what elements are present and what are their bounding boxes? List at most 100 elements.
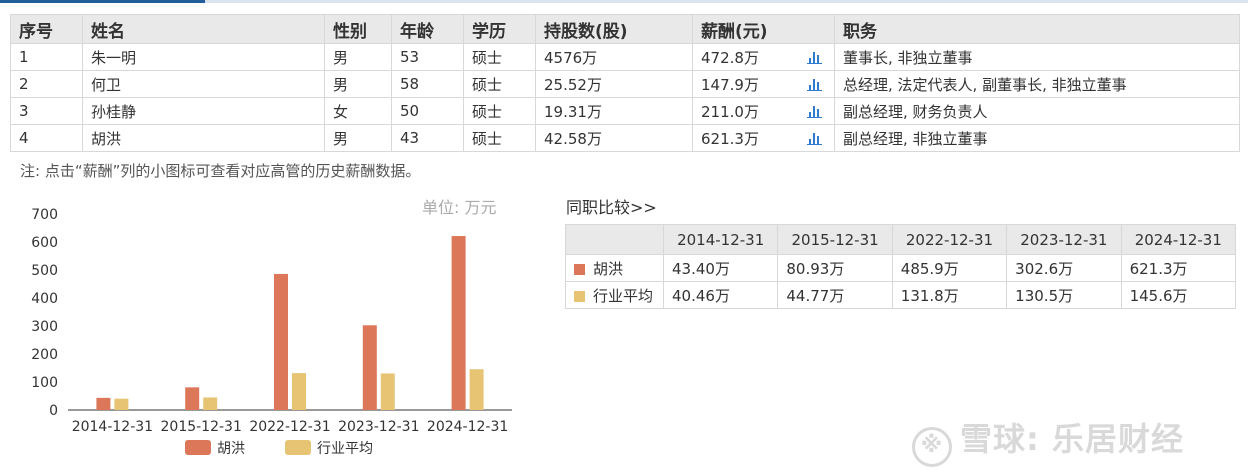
cell-position: 副总经理, 财务负责人	[834, 97, 1240, 125]
cell-education: 硕士	[463, 70, 536, 98]
y-tick-label: 400	[31, 291, 58, 307]
bar-industry	[380, 373, 395, 410]
cell-age: 50	[391, 97, 464, 125]
bar-person	[185, 387, 200, 410]
legend-swatch	[285, 440, 311, 455]
table-row: 3 孙桂静 女 50 硕士 19.31万 211.0万 副总经理, 财务负责人	[10, 97, 1240, 125]
cell-salary: 621.3万	[692, 124, 835, 152]
x-tick-label: 2022-12-31	[249, 419, 330, 435]
compare-row-label: 胡洪	[565, 254, 664, 282]
executive-table: 序号 姓名 性别 年龄 学历 持股数(股) 薪酬(元) 职务 1 朱一明 男 5…	[10, 14, 1240, 152]
legend-swatch	[185, 440, 211, 455]
cell-age: 43	[391, 124, 464, 152]
bar-person	[274, 273, 288, 410]
table-row: 2 何卫 男 58 硕士 25.52万 147.9万 总经理, 法定代表人, 副…	[10, 70, 1240, 98]
cell-education: 硕士	[463, 43, 536, 71]
compare-cell: 44.77万	[777, 281, 893, 309]
cell-gender: 男	[324, 124, 392, 152]
cell-salary: 147.9万	[692, 70, 835, 98]
bar-person	[96, 397, 111, 410]
compare-row-person: 胡洪 43.40万 80.93万 485.9万 302.6万 621.3万	[565, 254, 1237, 282]
salary-note: 注: 点击“薪酬”列的小图标可查看对应高管的历史薪酬数据。	[20, 162, 421, 180]
table-row: 1 朱一明 男 53 硕士 4576万 472.8万 董事长, 非独立董事	[10, 43, 1240, 71]
table-row: 4 胡洪 男 43 硕士 42.58万 621.3万 副总经理, 非独立董事	[10, 124, 1240, 152]
header-shares: 持股数(股)	[535, 14, 693, 44]
compare-header-year: 2024-12-31	[1120, 224, 1237, 255]
y-tick-label: 100	[31, 375, 58, 391]
cell-gender: 男	[324, 70, 392, 98]
compare-header-year: 2022-12-31	[891, 224, 1008, 255]
peer-compare-table: 2014-12-31 2015-12-31 2022-12-31 2023-12…	[565, 224, 1237, 309]
legend-label: 行业平均	[317, 441, 373, 457]
bar-person	[362, 325, 377, 410]
cell-gender: 男	[324, 43, 392, 71]
compare-header-year: 2015-12-31	[777, 224, 893, 255]
header-salary: 薪酬(元)	[692, 14, 835, 44]
cell-no: 2	[10, 70, 83, 98]
cell-salary: 472.8万	[692, 43, 835, 71]
compare-cell: 80.93万	[777, 254, 893, 282]
legend-label: 胡洪	[217, 441, 245, 457]
compare-cell: 43.40万	[662, 254, 779, 282]
header-name: 姓名	[82, 14, 325, 44]
y-tick-label: 300	[31, 319, 58, 335]
compare-label-text: 胡洪	[593, 259, 624, 278]
top-accent-bar	[0, 0, 1248, 3]
cell-position: 总经理, 法定代表人, 副董事长, 非独立董事	[834, 70, 1240, 98]
compare-cell: 40.46万	[662, 281, 779, 309]
top-accent-highlight	[0, 0, 205, 3]
compare-cell: 131.8万	[891, 281, 1008, 309]
cell-name: 何卫	[82, 70, 325, 98]
salary-chart-icon[interactable]	[807, 104, 822, 118]
cell-salary: 211.0万	[692, 97, 835, 125]
salary-chart-icon[interactable]	[807, 77, 822, 91]
header-gender: 性别	[324, 14, 392, 44]
x-tick-label: 2024-12-31	[427, 419, 508, 435]
cell-shares: 4576万	[535, 43, 693, 71]
salary-value: 621.3万	[701, 129, 759, 148]
compare-header-year: 2014-12-31	[662, 224, 779, 255]
header-education: 学历	[463, 14, 536, 44]
bar-person	[451, 236, 466, 410]
compare-header-blank	[565, 224, 664, 255]
bar-industry	[203, 397, 218, 410]
cell-age: 53	[391, 43, 464, 71]
cell-shares: 19.31万	[535, 97, 693, 125]
cell-no: 4	[10, 124, 83, 152]
snowball-logo-icon: ※	[912, 427, 952, 467]
cell-shares: 42.58万	[535, 124, 693, 152]
compare-header-row: 2014-12-31 2015-12-31 2022-12-31 2023-12…	[565, 224, 1237, 255]
cell-education: 硕士	[463, 97, 536, 125]
y-tick-label: 200	[31, 347, 58, 363]
salary-value: 147.9万	[701, 75, 759, 94]
bar-industry	[469, 369, 484, 410]
y-tick-label: 500	[31, 263, 58, 279]
cell-name: 孙桂静	[82, 97, 325, 125]
cell-name: 胡洪	[82, 124, 325, 152]
cell-name: 朱一明	[82, 43, 325, 71]
legend-swatch	[574, 290, 585, 302]
salary-value: 211.0万	[701, 102, 759, 121]
cell-no: 3	[10, 97, 83, 125]
watermark: ※ 雪球: 乐居财经	[912, 414, 1184, 467]
cell-position: 副总经理, 非独立董事	[834, 124, 1240, 152]
compare-label-text: 行业平均	[593, 286, 654, 305]
header-age: 年龄	[391, 14, 464, 44]
compare-row-label: 行业平均	[565, 281, 664, 309]
watermark-text: 雪球: 乐居财经	[960, 420, 1184, 458]
compare-cell: 130.5万	[1006, 281, 1122, 309]
cell-education: 硕士	[463, 124, 536, 152]
salary-chart-icon[interactable]	[807, 50, 822, 64]
peer-compare-link[interactable]: 同职比较>>	[566, 194, 657, 218]
x-tick-label: 2014-12-31	[72, 419, 153, 435]
compare-cell: 145.6万	[1120, 281, 1237, 309]
bar-industry	[114, 398, 129, 410]
compare-cell: 302.6万	[1006, 254, 1122, 282]
y-tick-label: 600	[31, 235, 58, 251]
y-tick-label: 700	[31, 207, 58, 223]
legend-swatch	[574, 263, 585, 275]
salary-bar-chart: 0 100 200 300 400 500 600 700 2014-12-31 2015-12-…	[31, 207, 512, 457]
compare-cell: 485.9万	[891, 254, 1008, 282]
salary-chart-icon[interactable]	[807, 131, 822, 145]
x-tick-label: 2023-12-31	[338, 419, 419, 435]
